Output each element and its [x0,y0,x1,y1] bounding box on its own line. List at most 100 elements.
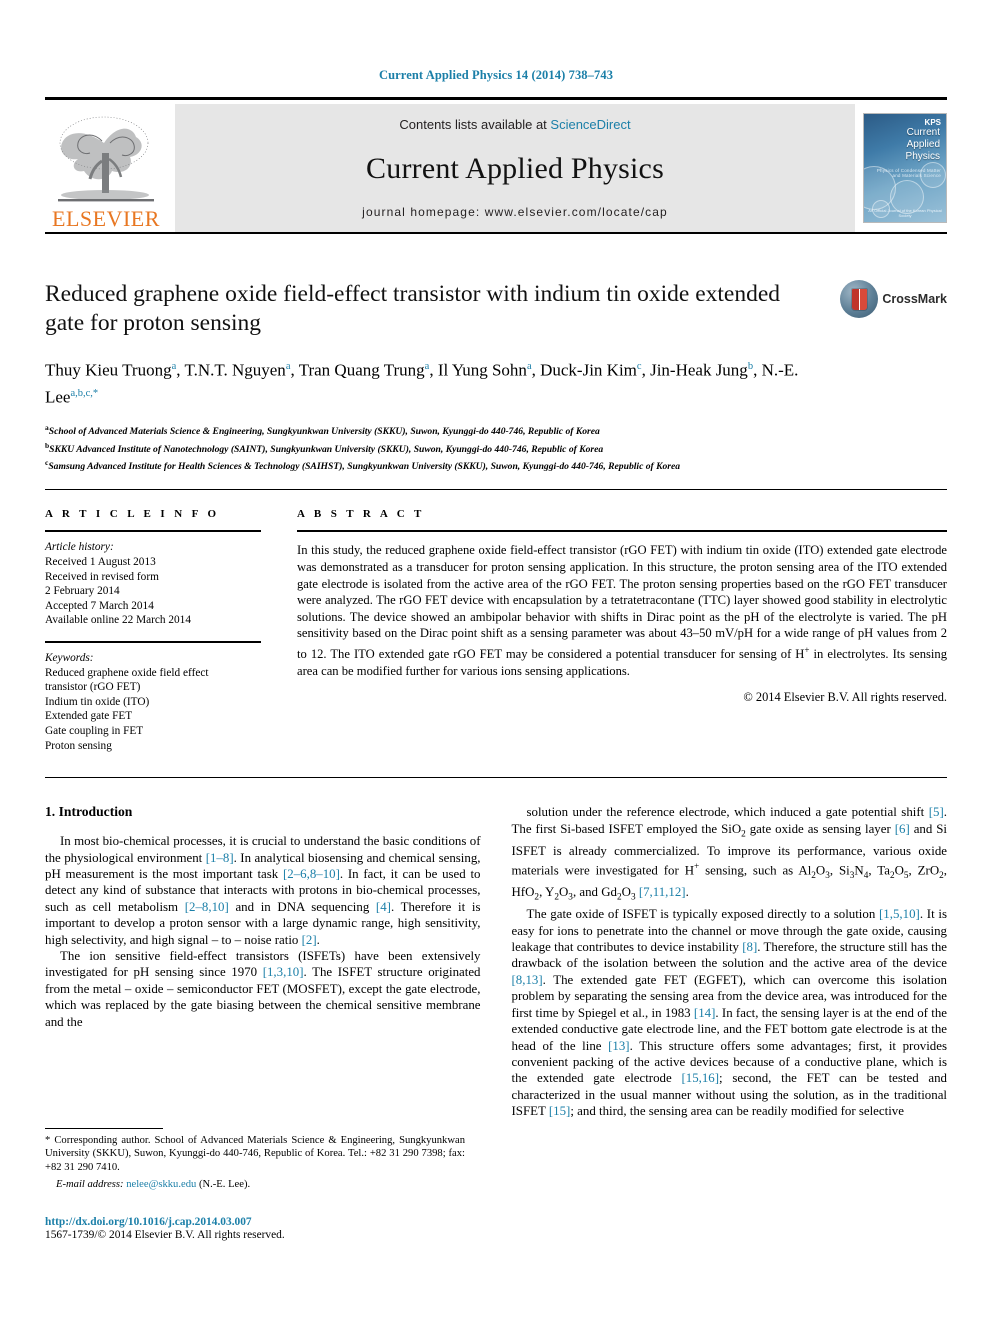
cover-title-line2: Applied [906,139,940,150]
masthead-bottom-rule [45,232,947,234]
crossmark-book-icon [851,288,867,310]
elsevier-wordmark: ELSEVIER [52,206,160,231]
article-history-label: Article history: [45,541,114,554]
citation-link[interactable]: [2] [302,933,317,947]
email-suffix: (N.-E. Lee). [198,1179,251,1191]
author-name: Thuy Kieu Truong [45,360,172,380]
journal-contents-box: Contents lists available at ScienceDirec… [175,104,855,232]
article-history-item: 2 February 2014 [45,585,120,598]
article-info-rule [45,530,261,533]
body-column-right: solution under the reference electrode, … [512,804,948,1119]
citation-link[interactable]: [7,11,12] [639,885,686,899]
author-affiliation-mark: a,b,c,* [70,387,99,399]
issn-copyright: 1567-1739/© 2014 Elsevier B.V. All right… [45,1229,285,1241]
body-paragraph: The ion sensitive field-effect transisto… [45,949,481,1029]
citation-link[interactable]: [13] [608,1039,629,1053]
left-paragraphs: In most bio-chemical processes, it is cr… [45,833,481,1030]
journal-cover-thumbnail[interactable]: KPS Current Applied Physics Physics of C… [863,113,947,223]
citation-link[interactable]: [2–8,10] [185,900,229,914]
citation-link[interactable]: [1,3,10] [263,965,304,979]
chemical-subscript: 2 [811,870,816,881]
author-name: Duck-Jin Kim [540,360,637,380]
article-info-column: A R T I C L E I N F O Article history: R… [45,508,261,753]
cover-title-line1: Current [906,127,940,138]
keyword-item: Indium tin oxide (ITO) [45,695,150,708]
chemical-subscript: 3 [849,870,855,881]
body-paragraph: solution under the reference electrode, … [511,805,948,903]
abstract-column: A B S T R A C T In this study, the reduc… [297,508,947,753]
crossmark-badge[interactable]: CrossMark [840,280,947,318]
citation-link[interactable]: [8] [742,940,757,954]
email-line: E-mail address: nelee@skku.edu (N.-E. Le… [45,1179,465,1190]
body-paragraph: The gate oxide of ISFET is typically exp… [511,907,948,1119]
abstract-text: In this study, the reduced graphene oxid… [297,543,947,678]
article-info-heading: A R T I C L E I N F O [45,508,220,521]
elsevier-logo: ELSEVIER [45,104,167,232]
body-paragraph: In most bio-chemical processes, it is cr… [45,834,481,947]
sciencedirect-link[interactable]: ScienceDirect [550,117,630,132]
body-separator-rule [45,777,947,779]
citation-link[interactable]: [14] [694,1006,715,1020]
author-affiliation-mark: a [285,361,291,372]
article-history-item: Accepted 7 March 2014 [45,599,154,612]
masthead: ELSEVIER Contents lists available at Sci… [0,97,992,234]
chemical-subscript: 2 [534,892,540,903]
keyword-item: Reduced graphene oxide field effect [45,666,209,679]
author-list: Thuy Kieu Truonga, T.N.T. Nguyena, Tran … [45,360,799,407]
keyword-item: transistor (rGO FET) [45,681,141,694]
corresponding-author-footnote: * Corresponding author. School of Advanc… [45,1128,465,1190]
chemical-subscript: 5 [903,870,909,881]
citation-link[interactable]: [8,13] [512,973,543,987]
citation-link[interactable]: [6] [895,822,910,836]
journal-homepage[interactable]: journal homepage: www.elsevier.com/locat… [362,205,668,219]
email-link[interactable]: nelee@skku.edu [126,1179,196,1190]
section-heading-introduction: 1. Introduction [45,804,133,820]
citation-link[interactable]: [15,16] [681,1071,719,1085]
article-history-item: Available online 22 March 2014 [45,614,191,627]
citation-link[interactable]: [1,5,10] [879,907,920,921]
title-block: CrossMark Reduced graphene oxide field-e… [0,280,992,473]
footnote-rule [45,1128,163,1129]
citation-link[interactable]: [1–8] [206,851,234,865]
author-name: Tran Quang Trung [298,360,425,380]
citation-link[interactable]: [5] [929,805,944,819]
email-label: E-mail address: [56,1179,124,1191]
chemical-subscript: 4 [863,870,869,881]
affiliation-item: bSKKU Advanced Institute of Nanotechnolo… [45,440,604,455]
author-affiliation-mark: c [636,361,642,372]
affiliation-item: cSamsung Advanced Institute for Health S… [45,458,681,473]
author-name: T.N.T. Nguyen [184,360,286,380]
keyword-item: Gate coupling in FET [45,725,144,738]
chemical-subscript: 3 [825,870,830,881]
abstract-superscript: + [804,645,810,656]
running-head: Current Applied Physics 14 (2014) 738–74… [378,68,614,82]
chemical-superscript: + [694,862,700,872]
chemical-subscript: 2 [616,892,622,903]
cover-title-line3: Physics [905,151,940,162]
elsevier-tree-icon [58,116,154,202]
author-name: Il Yung Sohn [437,360,527,380]
chemical-subscript: 2 [554,892,559,903]
article-history-item: Received 1 August 2013 [45,556,156,569]
body-columns: 1. Introduction In most bio-chemical pro… [0,804,992,1119]
author-affiliation-mark: a [526,361,532,372]
article-history-item: Received in revised form [45,570,159,583]
abstract-copyright: © 2014 Elsevier B.V. All rights reserved… [743,690,947,705]
cover-title: Current Applied Physics [864,127,940,163]
doi-link[interactable]: http://dx.doi.org/10.1016/j.cap.2014.03.… [45,1216,285,1228]
keyword-item: Proton sensing [45,739,112,752]
affiliation-item: aSchool of Advanced Materials Science & … [45,423,600,438]
cover-kps-logo: KPS [924,118,941,127]
contents-prefix: Contents lists available at [399,117,551,132]
author-affiliation-mark: a [171,361,177,372]
citation-link[interactable]: [15] [549,1104,570,1118]
citation-link[interactable]: [4] [376,900,391,914]
keywords-rule [45,641,261,644]
info-abstract-row: A R T I C L E I N F O Article history: R… [0,508,992,753]
article-history: Article history: Received 1 August 2013 R… [45,540,261,628]
doi-block: http://dx.doi.org/10.1016/j.cap.2014.03.… [45,1216,285,1241]
chemical-subscript: 2 [939,870,944,881]
citation-link[interactable]: [2–6,8–10] [283,867,340,881]
abstract-rule [297,530,947,533]
journal-title: Current Applied Physics [366,151,664,185]
